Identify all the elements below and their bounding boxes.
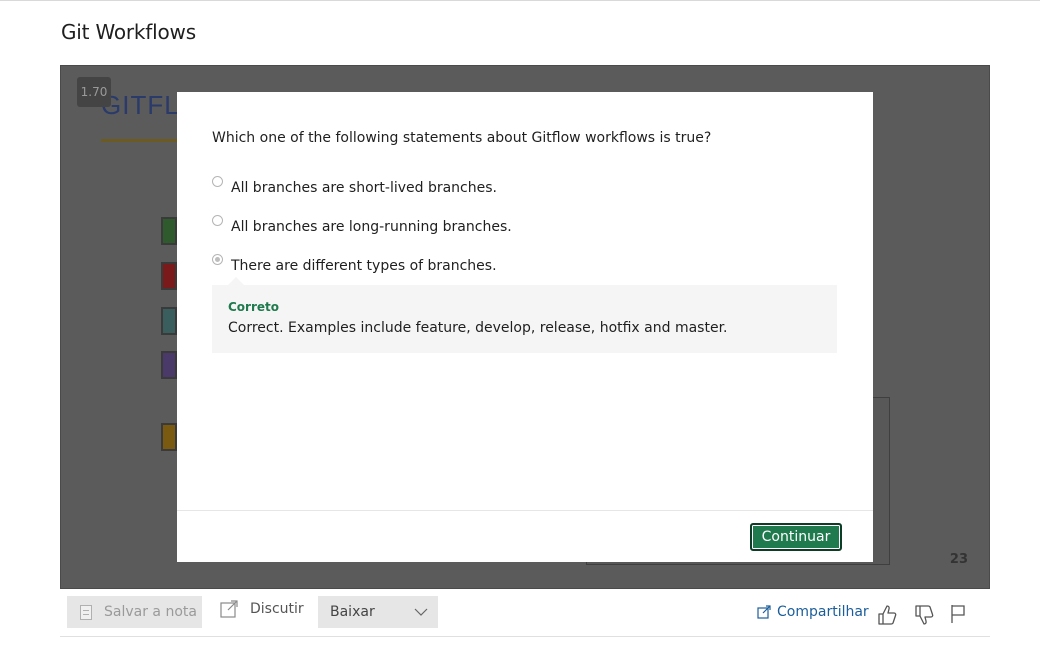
slide-legend-green (161, 217, 177, 245)
download-dropdown[interactable]: Baixar (318, 596, 438, 628)
slide-legend-red (161, 262, 177, 290)
quiz-question: Which one of the following statements ab… (212, 130, 712, 146)
quiz-option[interactable]: There are different types of branches. (212, 254, 497, 274)
save-note-button[interactable]: Salvar a nota (67, 596, 202, 628)
discuss-label: Discutir (250, 601, 304, 617)
quiz-option[interactable]: All branches are short-lived branches. (212, 176, 497, 196)
chevron-down-icon (414, 608, 428, 616)
discuss-button[interactable]: Discutir (220, 600, 304, 618)
toolbar-divider (60, 636, 990, 637)
top-divider (0, 0, 1040, 1)
share-label: Compartilhar (777, 604, 869, 620)
quiz-option-label[interactable]: All branches are long-running branches. (231, 219, 512, 235)
radio-button[interactable] (212, 215, 223, 226)
share-link[interactable]: Compartilhar (757, 604, 869, 620)
feedback-title: Correto (228, 300, 280, 314)
quiz-modal: Which one of the following statements ab… (177, 92, 873, 562)
playback-speed-badge[interactable]: 1.70 (77, 77, 111, 107)
slide-legend-yellow (161, 423, 177, 451)
external-link-icon (220, 600, 238, 618)
slide-legend-teal (161, 307, 177, 335)
quiz-option-label[interactable]: There are different types of branches. (231, 258, 497, 274)
download-label: Baixar (330, 604, 375, 620)
share-icon (757, 605, 771, 619)
save-note-label: Salvar a nota (104, 604, 197, 620)
slide-legend-purple (161, 351, 177, 379)
radio-button-selected[interactable] (212, 254, 223, 265)
feedback-text: Correct. Examples include feature, devel… (228, 320, 728, 336)
slide-title: GITFL (101, 90, 180, 120)
continue-button[interactable]: Continuar (750, 523, 842, 551)
quiz-option[interactable]: All branches are long-running branches. (212, 215, 512, 235)
slide-number: 23 (949, 552, 968, 567)
modal-footer-divider (177, 510, 873, 511)
thumbs-down-icon[interactable] (914, 604, 934, 626)
page-title: Git Workflows (61, 20, 196, 44)
note-icon (80, 604, 92, 620)
radio-button[interactable] (212, 176, 223, 187)
answer-feedback: Correto Correct. Examples include featur… (212, 277, 837, 353)
quiz-option-label[interactable]: All branches are short-lived branches. (231, 180, 497, 196)
flag-icon[interactable] (950, 604, 966, 624)
thumbs-up-icon[interactable] (877, 604, 897, 626)
